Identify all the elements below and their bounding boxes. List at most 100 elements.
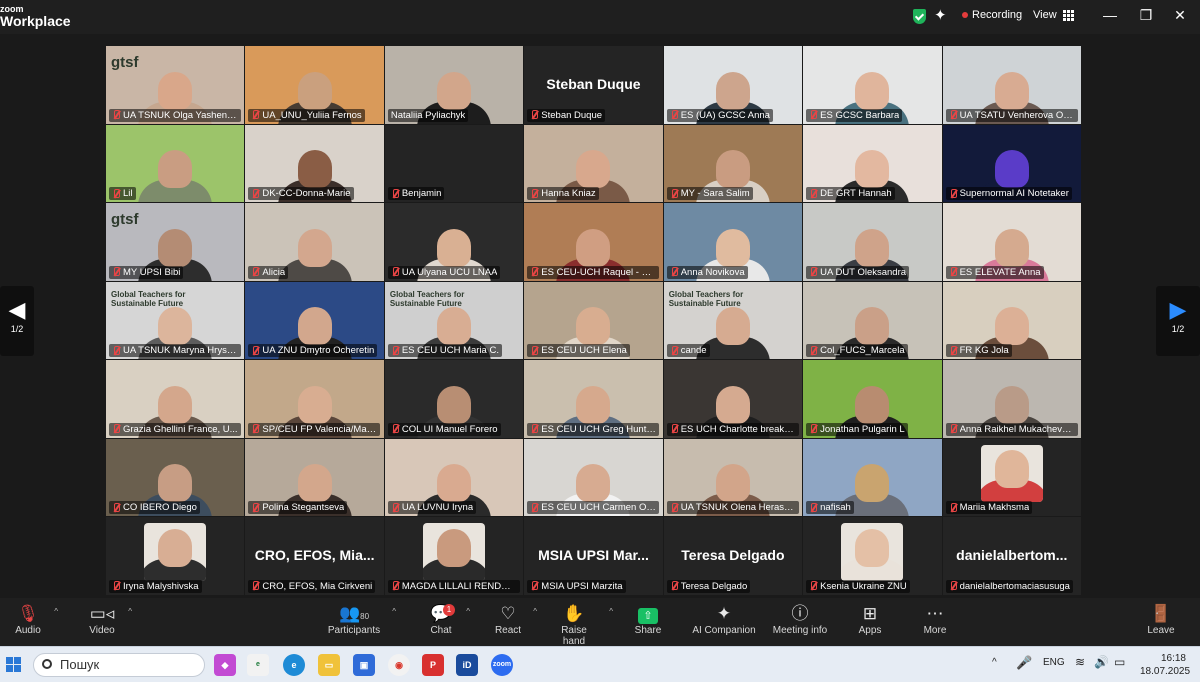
participant-tile[interactable]: Polina Stegantseva — [245, 438, 384, 517]
participant-tile[interactable]: Nataliia Pyliachyk — [384, 46, 524, 124]
muted-mic-icon — [670, 188, 678, 199]
ai-sparkle-icon[interactable]: ✦ — [934, 6, 947, 24]
participant-tile[interactable]: Mariia Makhsma — [942, 438, 1081, 517]
microphone-tray-icon[interactable]: 🎤 — [1016, 655, 1032, 671]
chrome-icon[interactable]: ◉ — [388, 654, 410, 676]
participant-tile[interactable]: Alicia — [245, 203, 384, 281]
participant-tile[interactable]: ES UCH Charlotte break-o... — [663, 360, 803, 438]
participant-tile[interactable]: UA TSATU Venherova Ole... — [942, 46, 1081, 124]
participant-tile[interactable]: DE GRT Hannah — [803, 124, 942, 203]
minimize-icon[interactable]: — — [1100, 6, 1120, 24]
person-head — [855, 385, 890, 424]
epanel-icon[interactable]: e — [247, 654, 269, 676]
close-icon[interactable]: ✕ — [1170, 6, 1190, 24]
system-clock[interactable]: 16:18 18.07.2025 — [1140, 652, 1190, 678]
ai-companion-button[interactable]: ✦ AI Companion — [690, 603, 758, 636]
participant-tile[interactable]: Lil — [106, 124, 245, 203]
edge-icon[interactable]: e — [283, 654, 305, 676]
participant-tile[interactable]: danielalbertom... danielalbertomaciasusug… — [942, 517, 1081, 595]
participant-tile[interactable]: UA DUT Oleksandra — [803, 203, 942, 281]
participant-tile[interactable]: ES ELEVATE Anna — [942, 203, 1081, 281]
store-icon[interactable]: ▣ — [353, 654, 375, 676]
audio-button[interactable]: 🎙 Audio ^ — [12, 603, 58, 636]
participant-tile[interactable]: ES CEU UCH Carmen Oliv... — [524, 438, 663, 517]
next-page-button[interactable]: ▶ 1/2 — [1156, 286, 1200, 356]
tray-chevron-icon[interactable]: ^ — [992, 657, 997, 668]
recording-indicator[interactable]: Recording — [962, 9, 1022, 21]
participant-tile[interactable]: nafisah — [803, 438, 942, 517]
security-shield-icon[interactable] — [913, 9, 926, 24]
participant-tile[interactable]: ES CEU UCH Elena — [524, 281, 663, 360]
participant-tile[interactable]: Global Teachers for Sustainable Future ca… — [663, 281, 803, 360]
participant-name-label: ES CEU UCH Maria C. — [387, 344, 502, 358]
zoom-taskbar-icon[interactable]: zoom — [491, 654, 513, 676]
participant-tile[interactable]: Ksenia Ukraine ZNU — [803, 517, 942, 595]
participant-tile[interactable]: Grazia Ghellini France, U... — [106, 360, 245, 438]
leave-button[interactable]: 🚪 Leave — [1146, 603, 1176, 636]
volume-icon[interactable]: 🔊 — [1094, 655, 1109, 669]
participant-tile[interactable]: Global Teachers for Sustainable Future ES… — [384, 281, 524, 360]
participant-tile[interactable]: Anna Raikhel Mukachevo ... — [942, 360, 1081, 438]
participant-tile[interactable]: DK-CC-Donna-Marie — [245, 124, 384, 203]
participant-tile[interactable]: Hanna Kniaz — [524, 124, 663, 203]
previous-page-button[interactable]: ◀ 1/2 — [0, 286, 34, 356]
copilot-icon[interactable]: ◆ — [214, 654, 236, 676]
chevron-up-icon[interactable]: ^ — [609, 607, 613, 616]
pdf-icon[interactable]: P — [422, 654, 444, 676]
more-button[interactable]: ⋯ More — [920, 603, 950, 636]
participant-tile[interactable]: Anna Novikova — [663, 203, 803, 281]
participant-tile[interactable]: ES CEU-UCH Raquel - Sus... — [524, 203, 663, 281]
share-button[interactable]: ⇧ Share — [632, 603, 664, 636]
restore-icon[interactable]: ❐ — [1136, 6, 1156, 24]
participant-tile[interactable]: Jonathan Pulgarin L — [803, 360, 942, 438]
participant-tile[interactable]: UA TSNUK Olena Herasy... — [663, 438, 803, 517]
taskbar-search-input[interactable]: Пошук — [33, 653, 205, 677]
language-indicator[interactable]: ENG — [1043, 657, 1065, 668]
participant-tile[interactable]: COL UI Manuel Forero — [384, 360, 524, 438]
person-head — [855, 464, 890, 503]
id-app-icon[interactable]: iD — [456, 654, 478, 676]
participant-tile[interactable]: MAGDA LILLALI RENDON... — [384, 517, 524, 595]
participants-button[interactable]: 👥80 Participants ^ — [326, 603, 396, 636]
leave-icon: 🚪 — [1150, 604, 1172, 623]
participant-tile[interactable]: FR KG Jola — [942, 281, 1081, 360]
participant-tile[interactable]: UA LUVNU Iryna — [384, 438, 524, 517]
wifi-icon[interactable]: ≋ — [1075, 655, 1085, 669]
chevron-up-icon[interactable]: ^ — [533, 607, 537, 616]
meeting-info-button[interactable]: ⓘ Meeting info — [770, 603, 830, 636]
chevron-up-icon[interactable]: ^ — [54, 607, 58, 616]
participant-tile[interactable]: ES (UA) GCSC Anna — [663, 46, 803, 124]
participant-tile[interactable]: Col_FUCS_Marcela — [803, 281, 942, 360]
participant-tile[interactable]: CO IBERO Diego — [106, 438, 245, 517]
participant-tile[interactable]: ES GCSC Barbara — [803, 46, 942, 124]
participant-tile[interactable]: ES CEU UCH Greg Hunt fr... — [524, 360, 663, 438]
participant-tile[interactable]: Global Teachers for Sustainable Future UA… — [106, 281, 245, 360]
chat-button[interactable]: 💬 1 Chat ^ — [426, 603, 470, 636]
view-button[interactable]: View — [1033, 9, 1074, 21]
title-bar: zoom Workplace ✦ Recording View — ❐ ✕ — [0, 0, 1200, 34]
participant-tile[interactable]: Iryna Malyshivska — [106, 517, 245, 595]
participant-tile[interactable]: gtsf UA TSNUK Olga Yashenk... — [106, 46, 245, 124]
chevron-up-icon[interactable]: ^ — [128, 607, 132, 616]
participant-tile[interactable]: MSIA UPSI Mar... MSIA UPSI Marzita — [524, 517, 663, 595]
battery-icon[interactable]: ▭ — [1114, 655, 1125, 669]
participant-tile[interactable]: CRO, EFOS, Mia... CRO, EFOS, Mia Cirkveni — [245, 517, 384, 595]
participant-tile[interactable]: UA Ulyana UCU LNAA — [384, 203, 524, 281]
windows-start-icon[interactable] — [6, 657, 21, 672]
participant-tile[interactable]: Steban Duque Steban Duque — [524, 46, 663, 124]
chevron-up-icon[interactable]: ^ — [466, 607, 470, 616]
apps-button[interactable]: ⊞ Apps — [855, 603, 885, 636]
video-button[interactable]: ▭◃ Video ^ — [86, 603, 132, 636]
participant-tile[interactable]: Benjamin — [384, 124, 524, 203]
participant-tile[interactable]: Supernormal AI Notetaker — [942, 124, 1081, 203]
participant-tile[interactable]: UA_UNU_Yuliia Fernos — [245, 46, 384, 124]
react-button[interactable]: ♡ React ^ — [493, 603, 537, 636]
chevron-up-icon[interactable]: ^ — [392, 607, 396, 616]
participant-tile[interactable]: SP/CEU FP Valencia/Mad... — [245, 360, 384, 438]
participant-tile[interactable]: gtsf MY UPSI Bibi — [106, 203, 245, 281]
participant-tile[interactable]: Teresa Delgado Teresa Delgado — [663, 517, 803, 595]
raise-hand-button[interactable]: ✋ Raise hand ^ — [549, 603, 613, 647]
file-explorer-icon[interactable]: ▭ — [318, 654, 340, 676]
participant-tile[interactable]: MY - Sara Salim — [663, 124, 803, 203]
participant-tile[interactable]: UA ZNU Dmytro Ocheretin — [245, 281, 384, 360]
